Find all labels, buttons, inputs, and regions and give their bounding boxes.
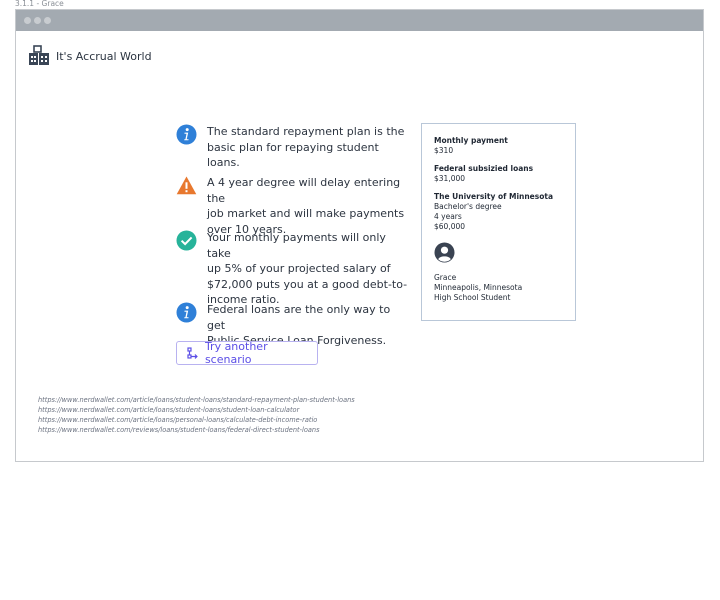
monthly-payment-value: $310 [434,146,454,155]
window-dot-close[interactable] [24,17,31,24]
message-line: up 5% of your projected salary of [207,262,391,275]
message-line: basic plan for repaying student loans. [207,140,379,170]
scenario-icon [187,347,198,359]
monthly-payment-label: Monthly payment [434,136,508,145]
warning-icon [176,176,197,195]
tuition-value: $60,000 [434,222,466,231]
school-label: The University of Minnesota [434,192,554,201]
window-dot-minimize[interactable] [34,17,41,24]
brand[interactable]: It's Accrual World [28,45,152,67]
message-line: A 4 year degree will delay entering the [207,176,401,205]
try-another-scenario-button[interactable]: Try another scenario [176,340,318,366]
summary-card: Monthly payment $310 Federal subsizied l… [421,123,576,321]
try-another-scenario-label: Try another scenario [204,340,268,366]
window-titlebar [16,10,703,31]
message-line: Federal loans are the only way to get [207,303,391,332]
building-icon [29,45,49,65]
message-item: Your monthly payments will only take up … [176,230,411,308]
duration-value: 4 years [434,212,462,221]
person-status: High School Student [434,293,511,302]
loans-label: Federal subsizied loans [434,164,534,173]
info-icon [176,124,197,145]
message-item: The standard repayment plan is the basic… [176,124,411,171]
degree-value: Bachelor's degree [434,202,502,211]
reference-link[interactable]: https://www.nerdwallet.com/reviews/loans… [38,425,355,435]
avatar-icon [434,242,455,263]
reference-link[interactable]: https://www.nerdwallet.com/article/loans… [38,415,355,425]
window-dot-maximize[interactable] [44,17,51,24]
person-location: Minneapolis, Minnesota [434,283,523,292]
frame-label: 3.1.1 - Grace [15,0,64,8]
message-line: job market and will make payments [207,207,405,220]
message-item: A 4 year degree will delay entering the … [176,175,411,237]
person-name: Grace [434,273,457,282]
check-icon [176,230,197,251]
loans-value: $31,000 [434,174,466,183]
message-line: The standard repayment plan is the [207,125,405,138]
reference-link[interactable]: https://www.nerdwallet.com/article/loans… [38,395,355,405]
browser-window: It's Accrual World The standard repaymen… [15,9,704,462]
message-line: $72,000 puts you at a good debt-to- [207,277,408,291]
message-line: Your monthly payments will only take [207,231,386,260]
brand-name: It's Accrual World [56,49,152,63]
reference-list: https://www.nerdwallet.com/article/loans… [38,395,355,435]
reference-link[interactable]: https://www.nerdwallet.com/article/loans… [38,405,355,415]
info-icon [176,302,197,323]
